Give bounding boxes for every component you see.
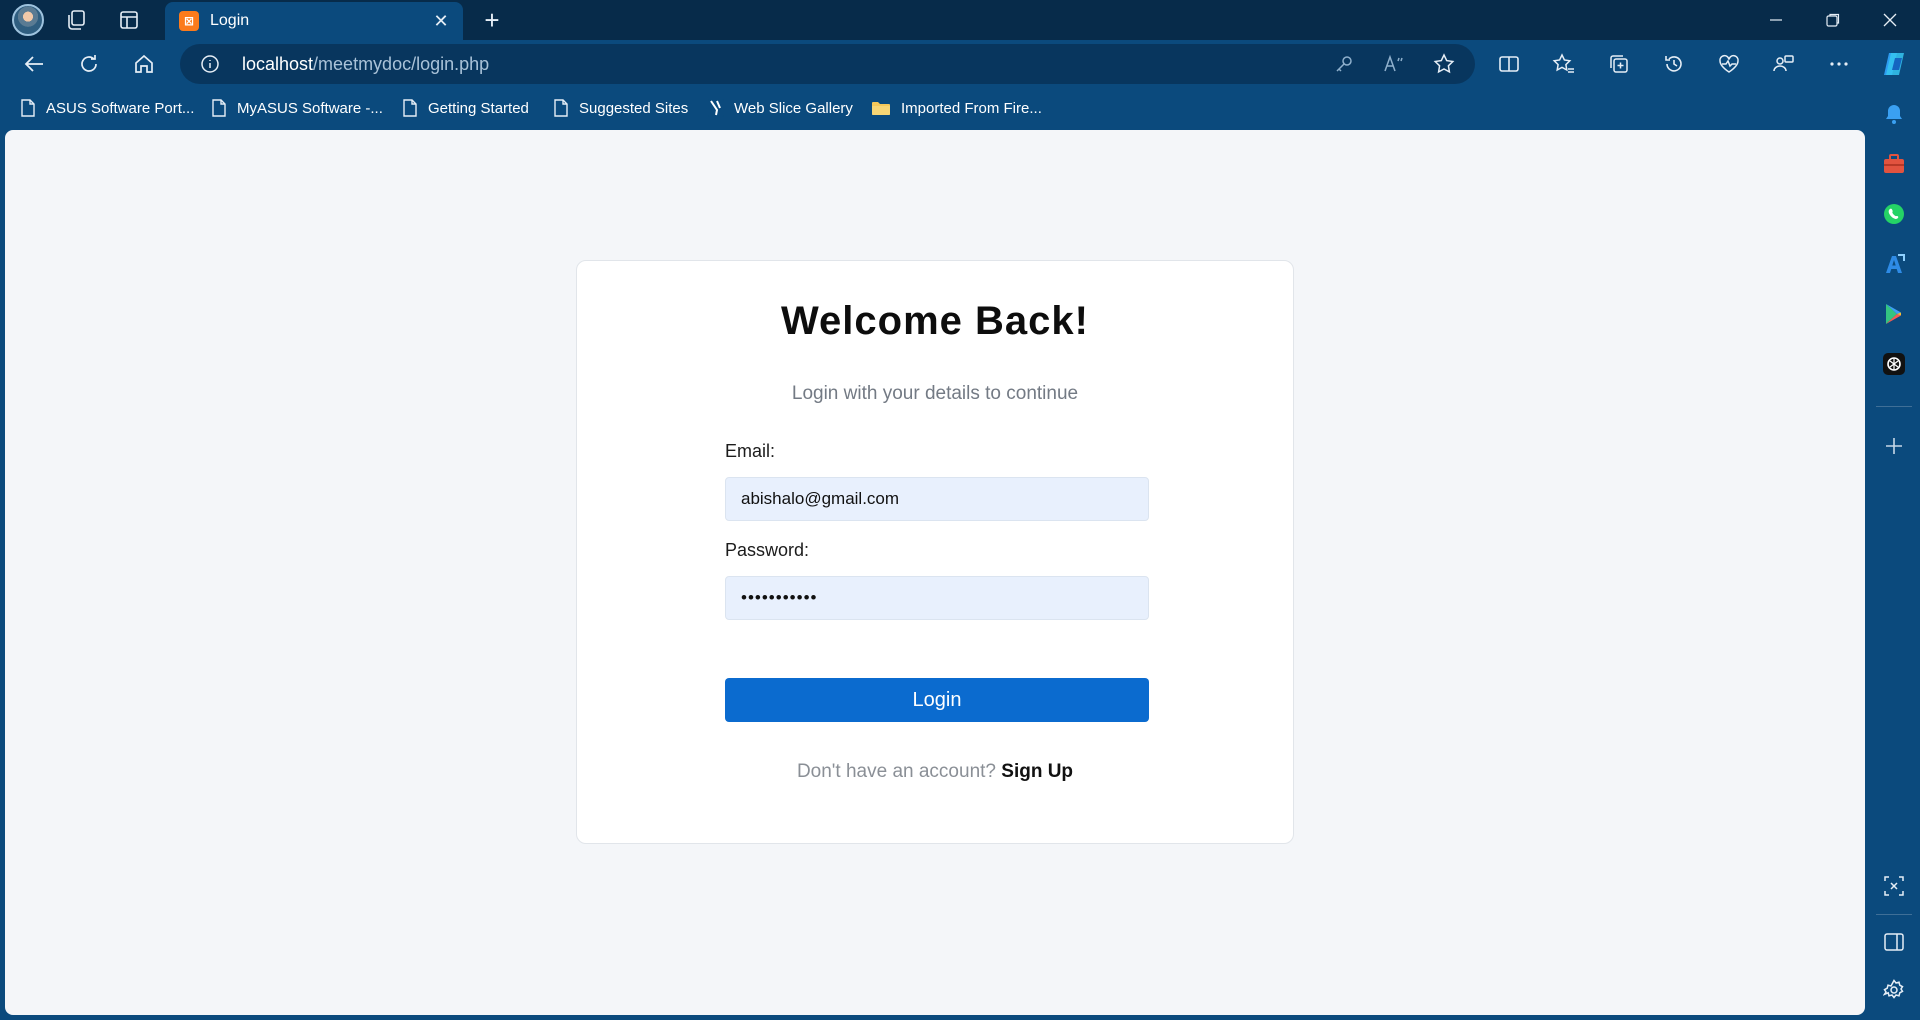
favorite-item-getting-started[interactable]: Getting Started bbox=[402, 97, 529, 119]
edge-sidebar bbox=[1868, 88, 1920, 1020]
back-icon[interactable] bbox=[18, 48, 50, 80]
signup-line: Don't have an account? Sign Up bbox=[577, 761, 1293, 783]
password-input[interactable] bbox=[725, 576, 1149, 620]
favorite-label: Imported From Fire... bbox=[901, 99, 1042, 117]
email-label: Email: bbox=[725, 441, 776, 461]
screenshot-icon[interactable] bbox=[1882, 874, 1906, 898]
page-title: Welcome Back! bbox=[781, 299, 1089, 343]
copilot-icon[interactable] bbox=[1878, 48, 1910, 80]
url-path: /meetmydoc/login.php bbox=[313, 54, 490, 74]
url-text[interactable]: localhost/meetmydoc/login.php bbox=[242, 54, 489, 75]
key-icon[interactable] bbox=[1332, 52, 1356, 76]
whatsapp-icon[interactable] bbox=[1882, 202, 1906, 226]
page-viewport: Welcome Back! Login with your details to… bbox=[5, 130, 1865, 1015]
sidebar-divider bbox=[1876, 406, 1912, 407]
favorite-star-icon[interactable] bbox=[1432, 52, 1456, 76]
favorite-item-web-slice-gallery[interactable]: Web Slice Gallery bbox=[708, 97, 853, 119]
split-screen-icon[interactable] bbox=[1493, 48, 1525, 80]
favorite-label: Web Slice Gallery bbox=[734, 99, 853, 117]
login-card: Welcome Back! Login with your details to… bbox=[576, 260, 1294, 844]
page-icon bbox=[211, 98, 227, 118]
refresh-icon[interactable] bbox=[73, 48, 105, 80]
favorites-icon[interactable] bbox=[1548, 48, 1580, 80]
tab-login[interactable]: ⊠ Login ✕ bbox=[165, 2, 463, 40]
toolbox-icon[interactable] bbox=[1882, 152, 1906, 176]
history-icon[interactable] bbox=[1658, 48, 1690, 80]
performance-icon[interactable] bbox=[1713, 48, 1745, 80]
page-icon bbox=[20, 98, 36, 118]
page-icon bbox=[553, 98, 569, 118]
add-icon[interactable] bbox=[1882, 434, 1906, 458]
favorites-bar: ASUS Software Port... MyASUS Software -.… bbox=[0, 88, 1870, 128]
play-store-icon[interactable] bbox=[1882, 302, 1906, 326]
hide-sidebar-icon[interactable] bbox=[1882, 930, 1906, 954]
collections-icon[interactable] bbox=[1603, 48, 1635, 80]
favorite-label: Getting Started bbox=[428, 99, 529, 117]
profile-avatar[interactable] bbox=[12, 4, 44, 36]
xampp-icon: ⊠ bbox=[179, 11, 199, 31]
browser-title-bar: ⊠ Login ✕ + bbox=[0, 0, 1920, 40]
minimize-icon[interactable] bbox=[1748, 0, 1804, 40]
signup-link[interactable]: Sign Up bbox=[1001, 761, 1073, 782]
password-label: Password: bbox=[725, 540, 810, 560]
favorite-item-imported-from-firefox[interactable]: Imported From Fire... bbox=[871, 97, 1042, 119]
address-bar[interactable]: localhost/meetmydoc/login.php bbox=[180, 44, 1475, 84]
navigation-bar: localhost/meetmydoc/login.php bbox=[0, 40, 1920, 88]
favorite-label: MyASUS Software -... bbox=[237, 99, 383, 117]
web-slice-icon bbox=[708, 98, 724, 118]
tab-title: Login bbox=[210, 12, 250, 29]
favorite-item-myasus-software[interactable]: MyASUS Software -... bbox=[211, 97, 383, 119]
folder-icon bbox=[871, 98, 891, 118]
site-info-icon[interactable] bbox=[200, 54, 220, 74]
sidebar-divider bbox=[1876, 914, 1912, 915]
more-icon[interactable] bbox=[1823, 48, 1855, 80]
window-close-icon[interactable] bbox=[1862, 0, 1918, 40]
translator-icon[interactable] bbox=[1882, 252, 1906, 276]
favorite-label: ASUS Software Port... bbox=[46, 99, 195, 117]
signup-prompt: Don't have an account? bbox=[796, 761, 996, 782]
favorite-label: Suggested Sites bbox=[579, 99, 689, 117]
new-tab-icon[interactable]: + bbox=[478, 6, 506, 34]
home-icon[interactable] bbox=[128, 48, 160, 80]
login-button[interactable]: Login bbox=[725, 678, 1149, 722]
page-icon bbox=[402, 98, 418, 118]
favorite-item-suggested-sites[interactable]: Suggested Sites bbox=[553, 97, 688, 119]
bell-icon[interactable] bbox=[1882, 102, 1906, 126]
tab-close-icon[interactable]: ✕ bbox=[429, 9, 453, 33]
email-input[interactable] bbox=[725, 477, 1149, 521]
read-aloud-icon[interactable] bbox=[1382, 52, 1406, 76]
vertical-tabs-icon[interactable] bbox=[115, 6, 143, 34]
restore-icon[interactable] bbox=[1805, 0, 1861, 40]
workspaces-share-icon[interactable] bbox=[1768, 48, 1800, 80]
settings-icon[interactable] bbox=[1882, 978, 1906, 1002]
chatgpt-icon[interactable] bbox=[1882, 352, 1906, 376]
page-subtitle: Login with your details to continue bbox=[791, 383, 1079, 404]
url-host: localhost bbox=[242, 54, 314, 74]
favorite-item-asus-software-portal[interactable]: ASUS Software Port... bbox=[20, 97, 194, 119]
workspaces-icon[interactable] bbox=[62, 6, 90, 34]
